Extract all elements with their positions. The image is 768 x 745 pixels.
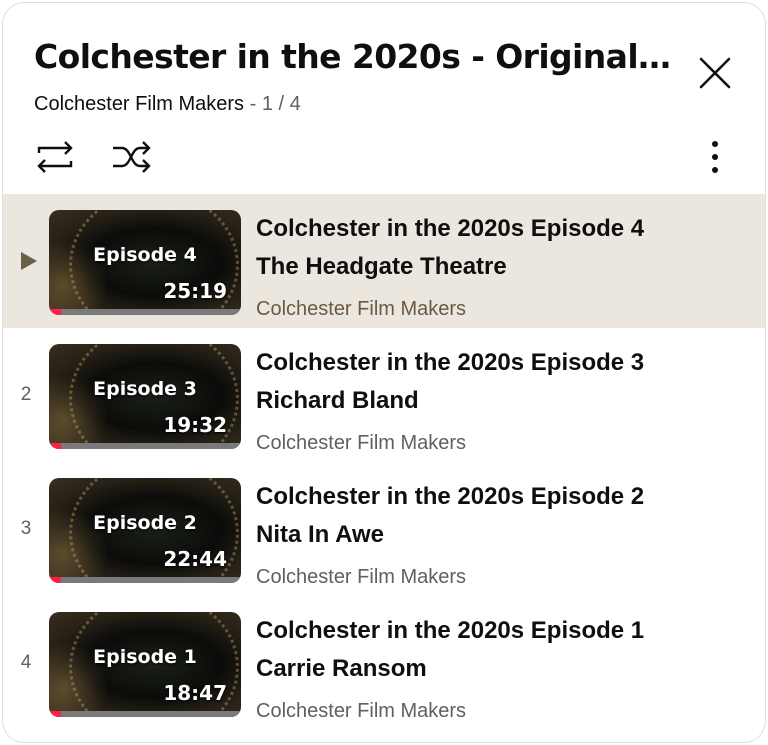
playlist-header: Colchester in the 2020s - Original Serie… [3,3,765,195]
playlist-item-1[interactable]: Episode 4 25:19 Colchester in the 2020s … [3,194,765,328]
video-thumbnail[interactable]: Episode 4 25:19 [49,210,241,315]
playlist-position: 1 / 4 [261,93,301,115]
video-duration: 19:32 [163,413,227,437]
close-button[interactable] [693,51,737,95]
thumbnail-episode-label: Episode 4 [93,244,197,266]
playlist-owner[interactable]: Colchester Film Makers [34,93,244,115]
watch-progress-bar [49,309,241,315]
watch-progress-fill [49,577,61,583]
playlist-item-2[interactable]: 2 Episode 3 19:32 Colchester in the 2020… [3,328,765,462]
video-thumbnail[interactable]: Episode 1 18:47 [49,612,241,717]
thumbnail-episode-label: Episode 3 [93,378,197,400]
watch-progress-fill [49,443,61,449]
subtitle-separator: - [244,93,262,115]
thumbnail-episode-label: Episode 2 [93,512,197,534]
playlist-subtitle: Colchester Film Makers - 1 / 4 [34,91,301,117]
watch-progress-fill [49,309,61,315]
loop-icon [37,141,73,173]
video-title[interactable]: Colchester in the 2020s Episode 3 Richar… [256,344,676,420]
video-thumbnail[interactable]: Episode 3 19:32 [49,344,241,449]
watch-progress-bar [49,711,241,717]
close-icon [699,57,731,89]
loop-button[interactable] [33,135,77,179]
video-title[interactable]: Colchester in the 2020s Episode 2 Nita I… [256,478,676,554]
watch-progress-bar [49,443,241,449]
watch-progress-fill [49,711,61,717]
item-index: 3 [20,518,32,539]
video-channel[interactable]: Colchester Film Makers [256,430,466,456]
video-duration: 22:44 [163,547,227,571]
item-index: 4 [20,652,32,673]
playlist-item-3[interactable]: 3 Episode 2 22:44 Colchester in the 2020… [3,462,765,596]
shuffle-icon [113,141,151,173]
watch-progress-bar [49,577,241,583]
playlist-item-4[interactable]: 4 Episode 1 18:47 Colchester in the 2020… [3,596,765,730]
video-title[interactable]: Colchester in the 2020s Episode 4 The He… [256,210,676,286]
playlist-panel: Colchester in the 2020s - Original Serie… [2,2,766,743]
video-duration: 18:47 [163,681,227,705]
more-vert-icon [712,141,718,173]
video-channel[interactable]: Colchester Film Makers [256,296,466,322]
video-channel[interactable]: Colchester Film Makers [256,698,466,724]
playlist-title: Colchester in the 2020s - Original Serie… [34,37,674,76]
video-channel[interactable]: Colchester Film Makers [256,564,466,590]
video-duration: 25:19 [163,279,227,303]
more-options-button[interactable] [693,135,737,179]
play-indicator-icon [21,252,37,270]
play-indicator [3,194,49,328]
shuffle-button[interactable] [109,135,153,179]
video-title[interactable]: Colchester in the 2020s Episode 1 Carrie… [256,612,676,688]
video-thumbnail[interactable]: Episode 2 22:44 [49,478,241,583]
item-index: 2 [20,384,32,405]
thumbnail-episode-label: Episode 1 [93,646,197,668]
